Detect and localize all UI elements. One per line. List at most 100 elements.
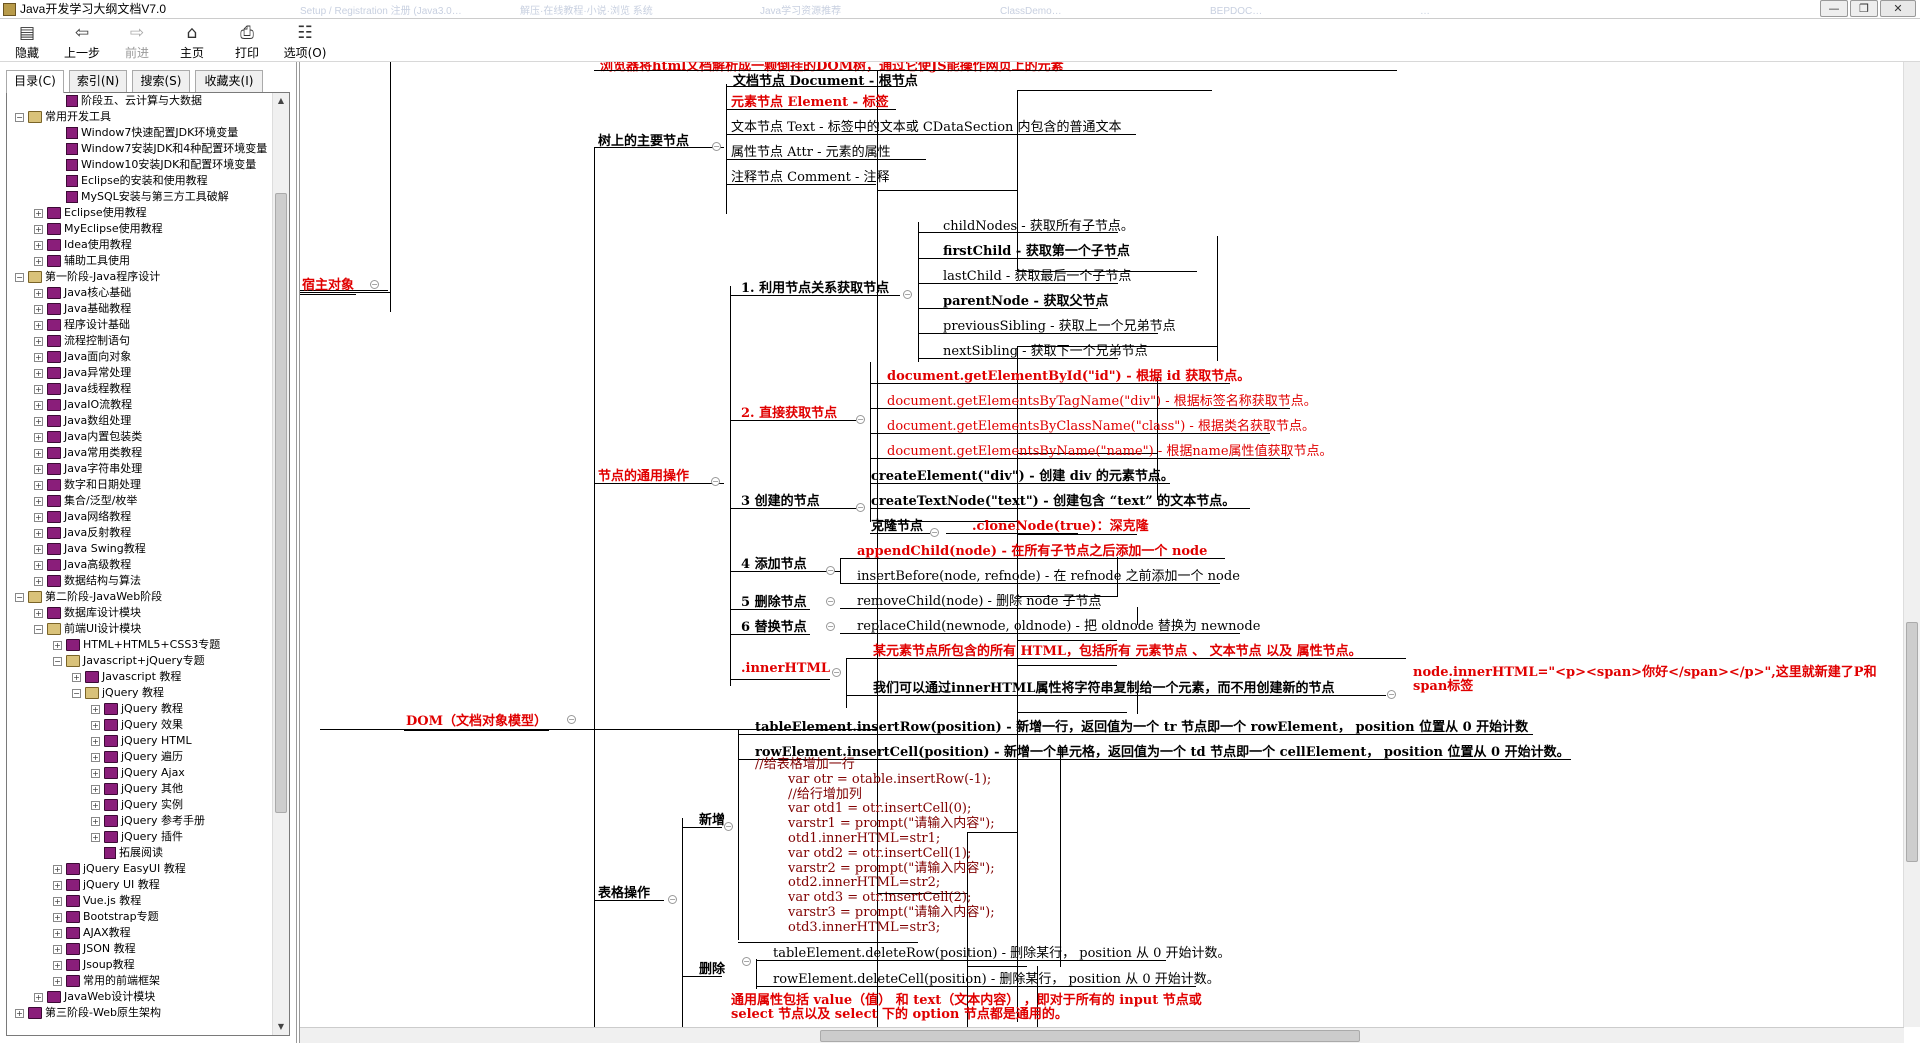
maximize-button[interactable]: ❐	[1850, 0, 1878, 17]
home-button[interactable]: ⌂ 主页	[167, 23, 217, 61]
tree-item[interactable]: + Vue.js 教程	[53, 893, 141, 909]
tree-item[interactable]: + 第三阶段-Web原生架构	[15, 1005, 161, 1021]
tree-item[interactable]: + JavaWeb设计模块	[34, 989, 155, 1005]
tree-node-item[interactable]: 元素节点 Element - 标签	[731, 91, 889, 110]
tree-item[interactable]: − jQuery 教程	[72, 685, 164, 701]
table-add-item[interactable]: tableElement.insertRow(position) - 新增一行，…	[755, 716, 1528, 735]
content-horizontal-scrollbar[interactable]	[300, 1027, 1904, 1043]
tree-item[interactable]: + HTML+HTML5+CSS3专题	[53, 637, 220, 653]
collapse-icon[interactable]: −	[742, 957, 751, 966]
forward-button[interactable]: ⇨ 前进	[112, 23, 162, 61]
tree-item[interactable]: + Java高级教程	[34, 557, 131, 573]
inner-item[interactable]: 我们可以通过innerHTML属性将字符串复制给一个元素，而不用创建新的节点	[873, 677, 1334, 696]
tree-item[interactable]: Eclipse的安装和使用教程	[53, 173, 208, 189]
expand-icon[interactable]: +	[53, 640, 62, 650]
relation-item[interactable]: lastChild - 获取最后一个子节点	[943, 265, 1131, 284]
expand-icon[interactable]: +	[34, 576, 43, 586]
table-del-label[interactable]: 删除	[699, 958, 725, 977]
expand-icon[interactable]: +	[91, 784, 100, 794]
tree-item[interactable]: + 流程控制语句	[34, 333, 130, 349]
tree-node-item[interactable]: 文本节点 Text - 标签中的文本或 CDataSection 内包含的普通文…	[731, 116, 1122, 135]
node-dom[interactable]: DOM（文档对象模型）	[404, 710, 549, 731]
collapse-icon[interactable]: −	[567, 715, 576, 724]
collapse-icon[interactable]: −	[370, 280, 379, 289]
tree-item[interactable]: + jQuery 插件	[91, 829, 183, 845]
tree-item[interactable]: + jQuery 实例	[91, 797, 183, 813]
tab-index[interactable]: 索引(N)	[69, 70, 127, 92]
tree-item[interactable]: + jQuery EasyUI 教程	[53, 861, 186, 877]
tree-item[interactable]: + Java核心基础	[34, 285, 131, 301]
tree-item[interactable]: + jQuery 参考手册	[91, 813, 205, 829]
minimize-button[interactable]: —	[1820, 0, 1848, 17]
add-item[interactable]: insertBefore(node, refnode) - 在 refnode …	[857, 565, 1240, 584]
node-create[interactable]: 3 创建的节点	[741, 490, 820, 509]
expand-icon[interactable]: +	[34, 320, 43, 330]
tree-item[interactable]: + Java反射教程	[34, 525, 131, 541]
expand-icon[interactable]: +	[34, 608, 43, 618]
table-del-item[interactable]: tableElement.deleteRow(position) - 删除某行，…	[773, 942, 1230, 961]
content-vscroll-thumb[interactable]	[1906, 622, 1918, 862]
tree-item[interactable]: + Java字符串处理	[34, 461, 142, 477]
tree-item[interactable]: + jQuery 遍历	[91, 749, 183, 765]
node-table[interactable]: 表格操作	[598, 882, 650, 901]
tree-item[interactable]: + 辅助工具使用	[34, 253, 130, 269]
options-button[interactable]: ☷ 选项(O)	[277, 23, 333, 61]
tree-item[interactable]: + Java异常处理	[34, 365, 131, 381]
collapse-icon[interactable]: −	[856, 415, 865, 424]
tree-scrollbar[interactable]: ▲ ▼	[272, 93, 289, 1035]
tree-item[interactable]: 拓展阅读	[91, 845, 163, 861]
expand-icon[interactable]: +	[34, 464, 43, 474]
tree-item[interactable]: + 数据结构与算法	[34, 573, 141, 589]
node-replace[interactable]: 6 替换节点	[741, 616, 807, 635]
scroll-up-icon[interactable]: ▲	[275, 95, 287, 107]
tree-node-item[interactable]: 属性节点 Attr - 元素的属性	[731, 141, 891, 160]
tree-item[interactable]: Window10安装JDK和配置环境变量	[53, 157, 256, 173]
content-hscroll-thumb[interactable]	[820, 1030, 1360, 1042]
tree-item[interactable]: + jQuery HTML	[91, 733, 192, 749]
relation-item[interactable]: firstChild - 获取第一个子节点	[943, 240, 1130, 259]
expand-icon[interactable]: +	[53, 864, 62, 874]
tab-favorites[interactable]: 收藏夹(I)	[195, 70, 263, 92]
tree-item[interactable]: + Bootstrap专题	[53, 909, 159, 925]
tree-item[interactable]: + Jsoup教程	[53, 957, 135, 973]
tree-node-item[interactable]: 注释节点 Comment - 注释	[731, 166, 890, 185]
tree-item[interactable]: + jQuery Ajax	[91, 765, 185, 781]
collapse-icon[interactable]: −	[34, 624, 43, 634]
expand-icon[interactable]: +	[34, 432, 43, 442]
tree-item[interactable]: 阶段五、云计算与大数据	[53, 93, 202, 109]
expand-icon[interactable]: +	[34, 496, 43, 506]
node-remove[interactable]: 5 删除节点	[741, 591, 807, 610]
tree-item[interactable]: + 常用的前端框架	[53, 973, 160, 989]
collapse-icon[interactable]: −	[1387, 690, 1396, 699]
tree-item[interactable]: + Java Swing教程	[34, 541, 146, 557]
tree-item[interactable]: + Java数组处理	[34, 413, 131, 429]
expand-icon[interactable]: +	[53, 880, 62, 890]
tree-item[interactable]: Window7快速配置JDK环境变量	[53, 125, 238, 141]
add-item[interactable]: appendChild(node) - 在所有子节点之后添加一个 node	[857, 540, 1207, 559]
close-button[interactable]: ✕	[1880, 0, 1916, 17]
node-add[interactable]: 4 添加节点	[741, 553, 807, 572]
tree-item[interactable]: + jQuery UI 教程	[53, 877, 160, 893]
expand-icon[interactable]: +	[34, 352, 43, 362]
collapse-icon[interactable]: −	[711, 477, 720, 486]
tree-item[interactable]: − Javascript+jQuery专题	[53, 653, 205, 669]
collapse-icon[interactable]: −	[826, 622, 835, 631]
collapse-icon[interactable]: −	[668, 895, 677, 904]
collapse-icon[interactable]: −	[712, 142, 721, 151]
tree-item[interactable]: + Eclipse使用教程	[34, 205, 147, 221]
collapse-icon[interactable]: −	[15, 592, 24, 602]
expand-icon[interactable]: +	[91, 816, 100, 826]
tree-item[interactable]: − 第二阶段-JavaWeb阶段	[15, 589, 162, 605]
tree-item[interactable]: + 集合/泛型/枚举	[34, 493, 137, 509]
expand-icon[interactable]: +	[91, 752, 100, 762]
expand-icon[interactable]: +	[34, 448, 43, 458]
tab-contents[interactable]: 目录(C)	[6, 70, 64, 93]
create-clone-item[interactable]: .cloneNode(true)：深克隆	[972, 515, 1149, 534]
expand-icon[interactable]: +	[34, 256, 43, 266]
tree-item[interactable]: + 数据库设计模块	[34, 605, 141, 621]
expand-icon[interactable]: +	[34, 208, 43, 218]
tree-item[interactable]: Window7安装JDK和4种配置环境变量	[53, 141, 267, 157]
node-direct[interactable]: 2. 直接获取节点	[741, 402, 837, 421]
tree-item[interactable]: − 常用开发工具	[15, 109, 111, 125]
node-innerhtml[interactable]: .innerHTML	[741, 661, 830, 676]
